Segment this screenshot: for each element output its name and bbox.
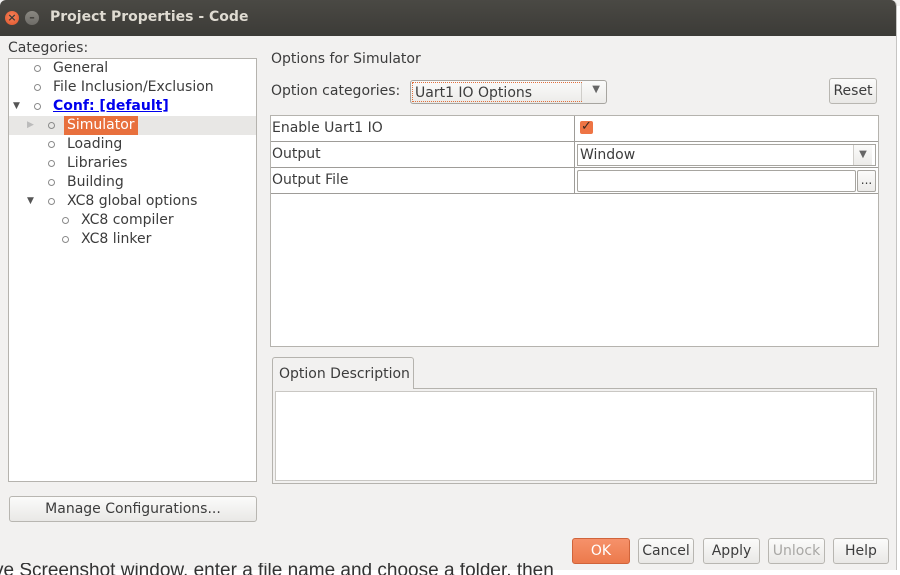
close-icon[interactable]: × [5,11,19,25]
bullet-icon [62,236,69,243]
tree-item-libraries[interactable]: Libraries [9,154,256,173]
collapsed-arrow-icon[interactable]: ▶ [27,116,34,135]
expand-arrow-icon[interactable]: ▼ [13,97,20,116]
help-button[interactable]: Help [833,538,889,564]
options-grid: Enable Uart1 IO ✓ Output Window ▼ Output… [270,115,879,347]
bullet-icon [48,160,55,167]
tree-item-label: File Inclusion/Exclusion [53,79,214,95]
manage-configurations-button[interactable]: Manage Configurations... [9,496,257,522]
tab-option-description[interactable]: Option Description [272,357,414,389]
tree-item-conf-default[interactable]: ▼ Conf: [default] [9,97,256,116]
reset-button[interactable]: Reset [829,78,877,104]
grid-key: Output File [271,168,575,193]
tree-item-file-inclusion[interactable]: File Inclusion/Exclusion [9,78,256,97]
grid-row-output-file: Output File ... [271,168,878,194]
tree-item-xc8-compiler[interactable]: XC8 compiler [9,211,256,230]
expand-arrow-icon[interactable]: ▼ [27,192,34,211]
grid-value: Window ▼ [575,142,878,167]
apply-button[interactable]: Apply [703,538,760,564]
output-select[interactable]: Window ▼ [577,144,876,166]
bullet-icon [34,84,41,91]
tree-item-label: Building [67,174,124,190]
minimize-icon[interactable]: – [25,11,39,25]
bullet-icon [48,122,55,129]
browse-button[interactable]: ... [857,170,876,192]
window-title: Project Properties - Code [50,9,249,25]
bullet-icon [48,198,55,205]
unlock-button: Unlock [768,538,825,564]
option-categories-select[interactable]: Uart1 IO Options ▼ [410,80,607,104]
bullet-icon [34,65,41,72]
enable-uart-checkbox[interactable]: ✓ [580,120,593,134]
categories-label: Categories: [8,40,89,56]
tree-item-simulator[interactable]: ▶ Simulator [9,116,256,135]
tree-item-xc8-linker[interactable]: XC8 linker [9,230,256,249]
grid-row-enable-uart: Enable Uart1 IO ✓ [271,116,878,142]
option-categories-label: Option categories: [271,83,401,99]
background-page-text: ve Screenshot window, enter a file name … [0,563,900,575]
tree-item-building[interactable]: Building [9,173,256,192]
grid-key: Enable Uart1 IO [271,116,575,141]
bullet-icon [48,141,55,148]
bullet-icon [62,217,69,224]
project-properties-dialog: × – Project Properties - Code Categories… [0,0,897,570]
grid-row-output: Output Window ▼ [271,142,878,168]
bullet-icon [48,179,55,186]
conf-link[interactable]: Conf: [default] [53,97,169,116]
option-categories-value: Uart1 IO Options [412,82,582,102]
tree-item-label: Libraries [67,155,128,171]
ok-button[interactable]: OK [572,538,630,564]
tree-item-loading[interactable]: Loading [9,135,256,154]
option-description-panel [272,388,877,484]
tree-item-label: XC8 linker [81,231,152,247]
tree-item-label: Loading [67,136,123,152]
tree-item-label: XC8 global options [67,193,198,209]
grid-value: ✓ [575,116,878,141]
tree-item-xc8-global-options[interactable]: ▼ XC8 global options [9,192,256,211]
output-file-input[interactable] [577,170,856,192]
chevron-down-icon: ▼ [592,84,600,95]
grid-key: Output [271,142,575,167]
output-select-value: Window [580,147,636,163]
cancel-button[interactable]: Cancel [638,538,694,564]
bullet-icon [34,103,41,110]
grid-value: ... [575,168,878,193]
option-description-text [275,391,874,481]
title-bar: × – Project Properties - Code [0,0,896,36]
tree-item-label: XC8 compiler [81,212,174,228]
tree-item-label-selected: Simulator [64,116,138,135]
tree-item-label: General [53,60,109,76]
combo-separator [581,83,582,101]
chevron-down-icon: ▼ [853,145,872,165]
categories-tree[interactable]: General File Inclusion/Exclusion ▼ Conf:… [8,58,257,482]
background-text: ve Screenshot window, enter a file name … [0,563,554,575]
tree-item-general[interactable]: General [9,59,256,78]
options-title: Options for Simulator [271,51,421,67]
